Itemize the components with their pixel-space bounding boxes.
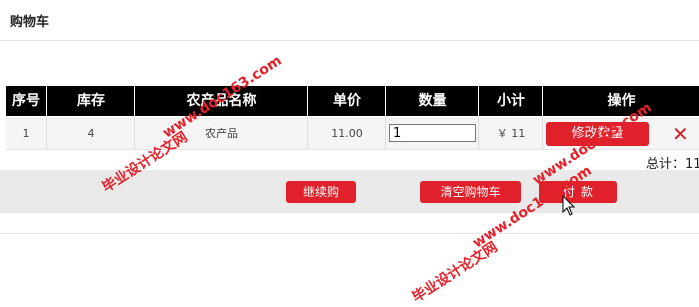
cell-stock: 4: [46, 119, 135, 149]
mouse-pointer-icon: [562, 195, 576, 216]
bottom-divider: [0, 233, 699, 234]
header-quantity: 数量: [385, 86, 479, 116]
page-title: 购物车: [10, 15, 50, 30]
cell-subtotal: ￥ 11: [478, 119, 543, 149]
title-divider: [0, 40, 699, 41]
cell-name: 农产品: [134, 119, 308, 149]
watermark-text: 毕业设计论文网: [409, 239, 501, 306]
header-stock: 库存: [46, 86, 135, 116]
quantity-input[interactable]: [389, 124, 476, 142]
action-bar: 继续购 清空购物车 付款: [0, 170, 699, 213]
header-price: 单价: [307, 86, 386, 116]
continue-shopping-button[interactable]: 继续购: [286, 181, 356, 203]
pay-button[interactable]: 付款: [539, 181, 617, 203]
table-header: 序号 库存 农产品名称 单价 数量 小计 操作: [6, 86, 699, 116]
clear-cart-button[interactable]: 清空购物车: [420, 181, 521, 203]
close-icon: ✕: [672, 122, 689, 146]
table-row: 1 4 农产品 11.00 ￥ 11 修改数量 ✕: [6, 118, 699, 150]
update-quantity-button[interactable]: 修改数量: [546, 122, 649, 146]
header-subtotal: 小计: [478, 86, 543, 116]
cell-quantity: [385, 119, 479, 149]
delete-item-button[interactable]: ✕: [672, 120, 689, 148]
header-index: 序号: [12, 93, 40, 109]
header-name: 农产品名称: [134, 86, 308, 116]
header-actions: 操作: [542, 86, 699, 116]
cell-index: 1: [22, 127, 30, 140]
cell-price: 11.00: [307, 119, 386, 149]
